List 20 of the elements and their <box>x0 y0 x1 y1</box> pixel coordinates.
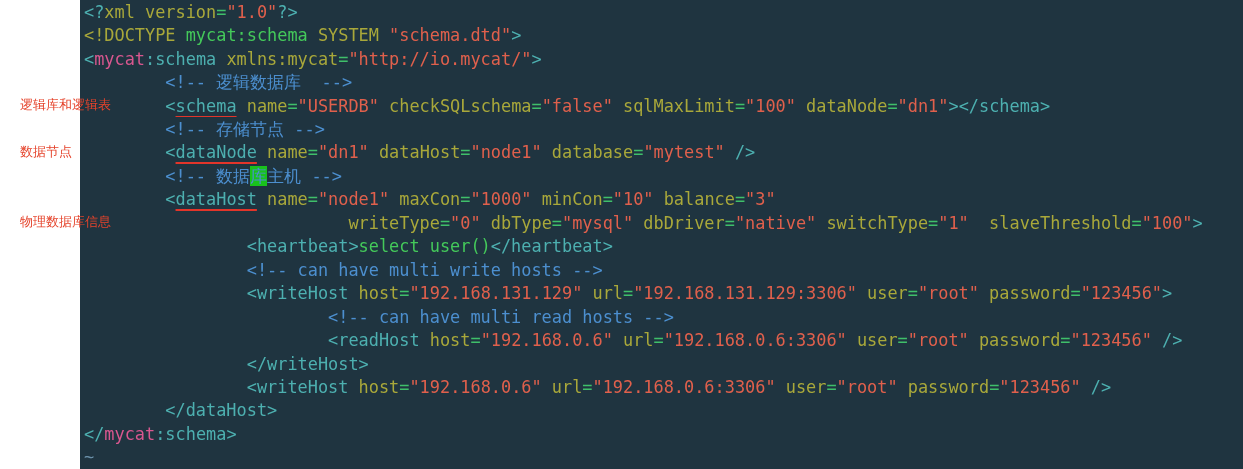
code-line: writeType="0" dbType="mysql" dbDriver="native" switchType="1" slaveThreshold="100"> <box>348 212 1203 233</box>
code-line: <!DOCTYPE mycat:schema SYSTEM "schema.dtd"> <box>84 25 522 46</box>
code-line: <!-- 存储节点 --> <box>165 119 325 139</box>
code-line: <writeHost host="192.168.131.129" url="192.168.131.129:3306" user="root" password="123456"> <box>246 283 1173 304</box>
code-line: <heartbeat>select user()</heartbeat> <box>246 236 613 257</box>
code-line: </mycat:schema> <box>84 423 237 444</box>
code-line: <!-- can have multi read hosts --> <box>328 306 674 327</box>
code-line: <?xml version="1.0"?> <box>84 1 298 22</box>
code-line: ~ <box>84 447 95 468</box>
code-line: <!-- 逻辑数据库 --> <box>165 72 353 93</box>
code-line: <dataHost name="node1" maxCon="1000" minCon="10" balance="3" <box>165 189 776 210</box>
code-line: <!-- can have multi write hosts --> <box>246 259 603 280</box>
code-line: <writeHost host="192.168.0.6" url="192.168.0.6:3306" user="root" password="123456" /> <box>246 376 1112 397</box>
code-line: <dataNode name="dn1" dataHost="node1" database="mytest" /> <box>165 142 756 163</box>
code-line: <readHost host="192.168.0.6" url="192.168.0.6:3306" user="root" password="123456" /> <box>328 330 1183 351</box>
annotation-label: 数据节点 <box>20 142 72 161</box>
code-line: <mycat:schema xmlns:mycat="http://io.mycat/"> <box>84 48 542 69</box>
code-line: <schema name="USERDB" checkSQLschema="false" sqlMaxLimit="100" dataNode="dn1"></schema> <box>165 95 1051 116</box>
code-line: </writeHost> <box>246 353 369 374</box>
code-line: </dataHost> <box>165 400 278 421</box>
